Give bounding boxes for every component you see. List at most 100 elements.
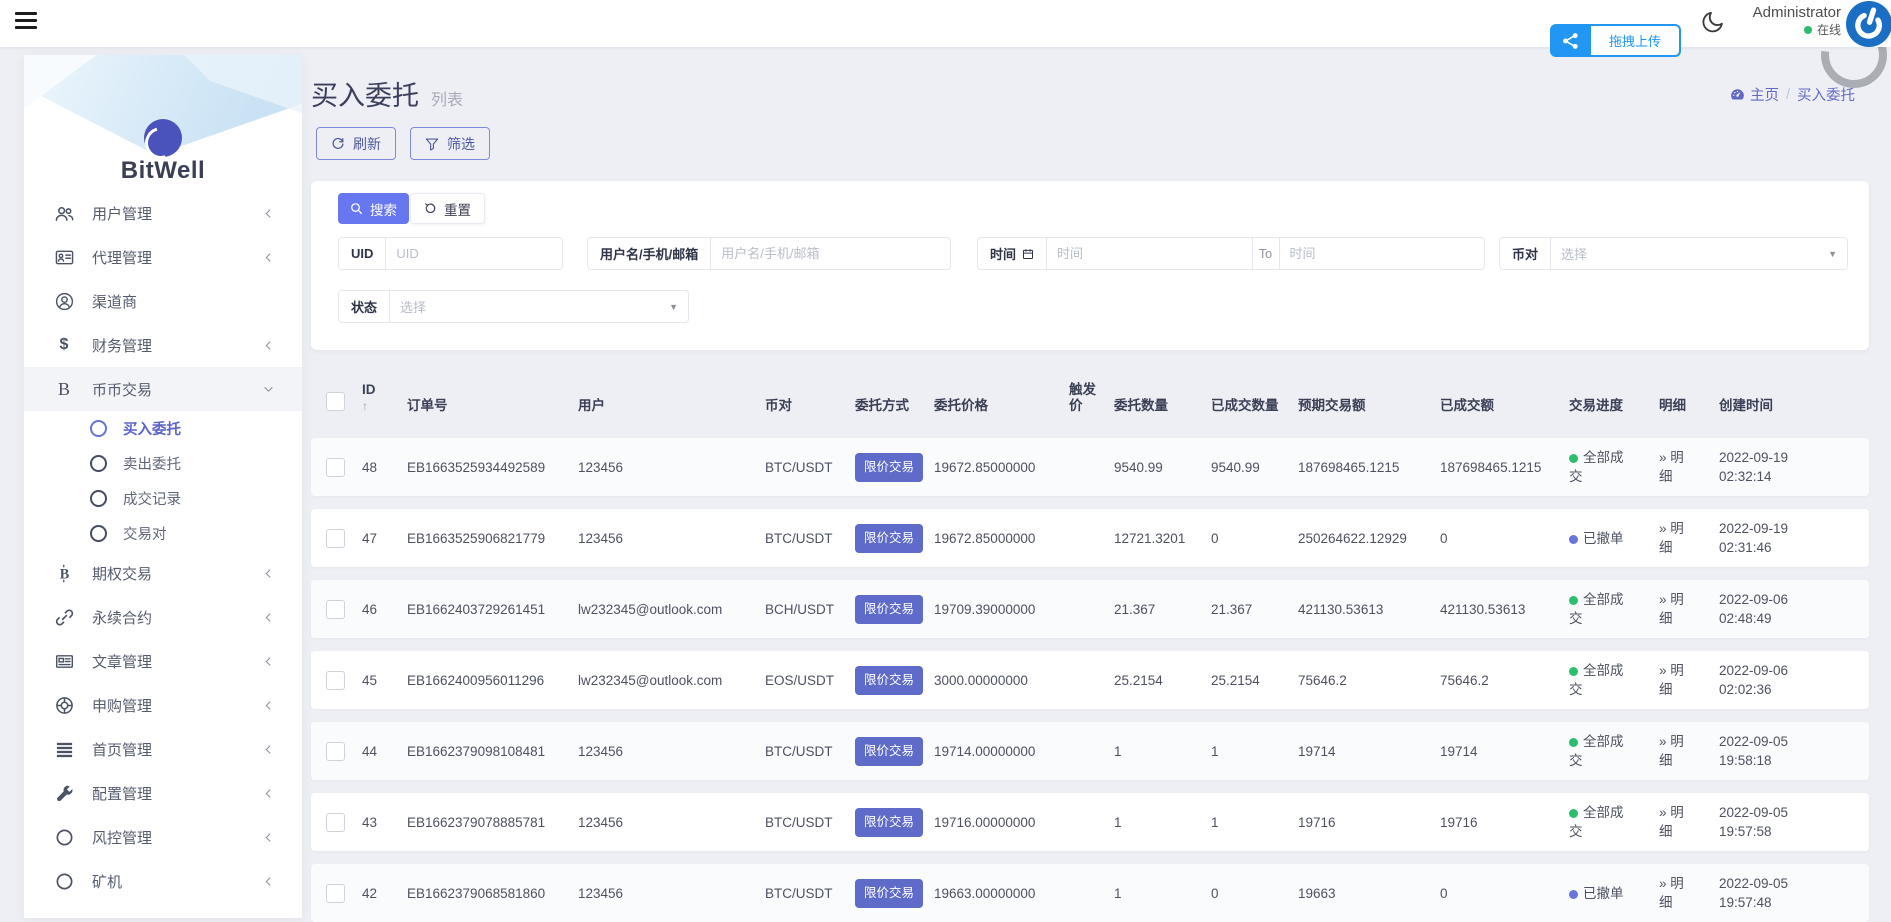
cell-user: lw232345@outlook.com bbox=[578, 651, 722, 709]
cell-filled-amount: 0 bbox=[1440, 864, 1448, 922]
row-checkbox[interactable] bbox=[326, 529, 345, 548]
detail-link[interactable]: » 明细 bbox=[1659, 509, 1697, 567]
cell-pair: EOS/USDT bbox=[765, 651, 834, 709]
cell-quantity: 1 bbox=[1114, 864, 1122, 922]
cell-expected-amount: 19663 bbox=[1298, 864, 1336, 922]
cell-progress: 全部成交 bbox=[1569, 580, 1635, 638]
drag-upload-label: 拖拽上传 bbox=[1591, 24, 1681, 57]
cell-expected-amount: 19716 bbox=[1298, 793, 1336, 851]
cell-pair: BTC/USDT bbox=[765, 509, 833, 567]
cell-user: 123456 bbox=[578, 793, 623, 851]
cell-created-at: 2022-09-05 19:58:18 bbox=[1719, 722, 1805, 780]
cell-trigger-price bbox=[1069, 722, 1103, 780]
cell-filled-quantity: 0 bbox=[1211, 864, 1219, 922]
cell-trigger-price bbox=[1069, 438, 1103, 496]
status-dot bbox=[1569, 535, 1578, 544]
cell-order-no: EB1662379078885781 bbox=[407, 793, 545, 851]
cell-created-at: 2022-09-06 02:48:49 bbox=[1719, 580, 1805, 638]
row-checkbox[interactable] bbox=[326, 742, 345, 761]
cell-user: lw232345@outlook.com bbox=[578, 580, 722, 638]
cell-user: 123456 bbox=[578, 509, 623, 567]
order-type-badge: 限价交易 bbox=[855, 595, 923, 624]
cell-filled-amount: 187698465.1215 bbox=[1440, 438, 1541, 496]
cell-progress: 全部成交 bbox=[1569, 438, 1635, 496]
cell-progress: 全部成交 bbox=[1569, 793, 1635, 851]
order-type-badge: 限价交易 bbox=[855, 808, 923, 837]
status-dot bbox=[1569, 596, 1578, 605]
detail-link[interactable]: » 明细 bbox=[1659, 722, 1697, 780]
table-row: 47 EB1663525906821779 123456 BTC/USDT 限价… bbox=[311, 509, 1869, 567]
row-checkbox[interactable] bbox=[326, 458, 345, 477]
cell-order-no: EB1662379068581860 bbox=[407, 864, 545, 922]
cell-quantity: 1 bbox=[1114, 793, 1122, 851]
status-dot bbox=[1569, 738, 1578, 747]
row-checkbox[interactable] bbox=[326, 671, 345, 690]
order-type-badge: 限价交易 bbox=[855, 453, 923, 482]
cell-quantity: 21.367 bbox=[1114, 580, 1155, 638]
table-row: 42 EB1662379068581860 123456 BTC/USDT 限价… bbox=[311, 864, 1869, 922]
user-info[interactable]: Administrator 在线 bbox=[1753, 4, 1841, 38]
status-dot bbox=[1569, 809, 1578, 818]
row-checkbox[interactable] bbox=[326, 813, 345, 832]
cell-id: 48 bbox=[362, 438, 377, 496]
cell-expected-amount: 19714 bbox=[1298, 722, 1336, 780]
cell-trigger-price bbox=[1069, 580, 1103, 638]
order-type-badge: 限价交易 bbox=[855, 879, 923, 908]
status-dot bbox=[1569, 667, 1578, 676]
detail-link[interactable]: » 明细 bbox=[1659, 864, 1697, 922]
cell-pair: BTC/USDT bbox=[765, 722, 833, 780]
table-body: 48 EB1663525934492589 123456 BTC/USDT 限价… bbox=[0, 0, 1891, 918]
cell-filled-quantity: 9540.99 bbox=[1211, 438, 1260, 496]
cell-order-no: EB1662400956011296 bbox=[407, 651, 544, 709]
online-status-label: 在线 bbox=[1817, 23, 1841, 38]
cell-filled-amount: 19716 bbox=[1440, 793, 1478, 851]
cell-expected-amount: 250264622.12929 bbox=[1298, 509, 1407, 567]
status-dot bbox=[1569, 890, 1578, 899]
cell-trigger-price bbox=[1069, 651, 1103, 709]
table-row: 46 EB1662403729261451 lw232345@outlook.c… bbox=[311, 580, 1869, 638]
avatar-power-logo[interactable] bbox=[1846, 1, 1891, 47]
cell-trigger-price bbox=[1069, 509, 1103, 567]
table-row: 43 EB1662379078885781 123456 BTC/USDT 限价… bbox=[311, 793, 1869, 851]
cell-pair: BTC/USDT bbox=[765, 438, 833, 496]
cell-expected-amount: 421130.53613 bbox=[1298, 580, 1383, 638]
detail-link[interactable]: » 明细 bbox=[1659, 438, 1697, 496]
cell-quantity: 25.2154 bbox=[1114, 651, 1163, 709]
dark-mode-moon-icon[interactable] bbox=[1700, 9, 1726, 35]
cell-created-at: 2022-09-06 02:02:36 bbox=[1719, 651, 1805, 709]
cell-trigger-price bbox=[1069, 864, 1103, 922]
row-checkbox[interactable] bbox=[326, 600, 345, 619]
cell-filled-amount: 19714 bbox=[1440, 722, 1478, 780]
cell-order-no: EB1662379098108481 bbox=[407, 722, 545, 780]
table-row: 44 EB1662379098108481 123456 BTC/USDT 限价… bbox=[311, 722, 1869, 780]
online-status-dot bbox=[1804, 26, 1812, 34]
detail-link[interactable]: » 明细 bbox=[1659, 580, 1697, 638]
row-checkbox[interactable] bbox=[326, 884, 345, 903]
cell-created-at: 2022-09-19 02:32:14 bbox=[1719, 438, 1805, 496]
order-type-badge: 限价交易 bbox=[855, 524, 923, 553]
cell-quantity: 1 bbox=[1114, 722, 1122, 780]
drag-upload-widget[interactable]: 拖拽上传 bbox=[1550, 24, 1681, 57]
table-row: 48 EB1663525934492589 123456 BTC/USDT 限价… bbox=[311, 438, 1869, 496]
cell-price: 19663.00000000 bbox=[934, 864, 1035, 922]
cell-price: 19672.85000000 bbox=[934, 438, 1035, 496]
cell-pair: BTC/USDT bbox=[765, 793, 833, 851]
cell-price: 19672.85000000 bbox=[934, 509, 1035, 567]
detail-link[interactable]: » 明细 bbox=[1659, 793, 1697, 851]
cloud-share-icon bbox=[1550, 24, 1591, 57]
order-type-badge: 限价交易 bbox=[855, 666, 923, 695]
cell-order-no: EB1663525934492589 bbox=[407, 438, 545, 496]
cell-pair: BCH/USDT bbox=[765, 580, 834, 638]
cell-filled-quantity: 0 bbox=[1211, 509, 1219, 567]
cell-created-at: 2022-09-05 19:57:58 bbox=[1719, 793, 1805, 851]
cell-filled-amount: 421130.53613 bbox=[1440, 580, 1525, 638]
detail-link[interactable]: » 明细 bbox=[1659, 651, 1697, 709]
admin-page: Administrator 在线 拖拽上传 bbox=[0, 0, 1891, 918]
cell-price: 19716.00000000 bbox=[934, 793, 1035, 851]
cell-filled-quantity: 25.2154 bbox=[1211, 651, 1260, 709]
cell-progress: 已撤单 bbox=[1569, 864, 1635, 922]
cell-quantity: 12721.3201 bbox=[1114, 509, 1185, 567]
hamburger-menu-icon[interactable] bbox=[15, 12, 37, 30]
cell-id: 46 bbox=[362, 580, 377, 638]
cell-id: 43 bbox=[362, 793, 377, 851]
